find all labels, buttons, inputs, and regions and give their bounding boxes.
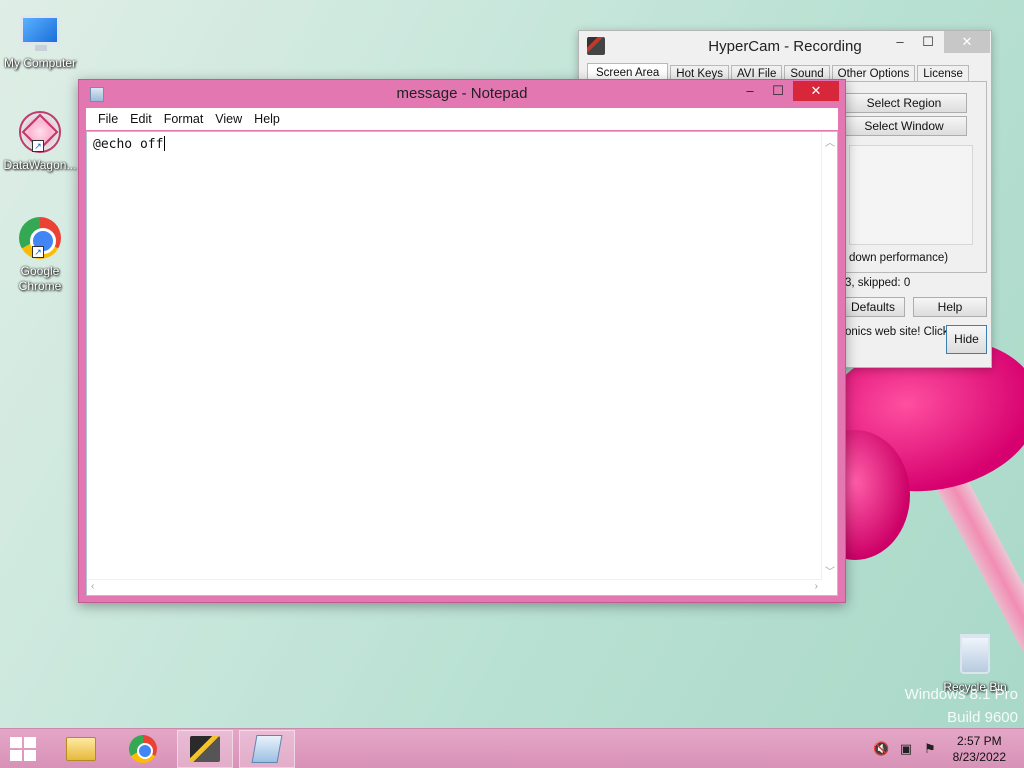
volume-muted-icon[interactable]: 🔇 [873,741,889,757]
notepad-app-icon [90,87,104,102]
desktop-icon-my-computer[interactable]: My Computer [0,8,80,71]
horizontal-scrollbar[interactable]: ‹ › [87,579,822,595]
taskbar-file-explorer[interactable] [53,730,109,768]
hypercam-preview-area [849,145,973,245]
close-button[interactable]: ✕ [793,81,839,101]
notepad-menubar: File Edit Format View Help [86,108,838,130]
network-icon[interactable]: ▣ [898,741,914,757]
select-region-button[interactable]: Select Region [841,93,967,113]
hypercam-app-icon [587,37,605,55]
chrome-icon [129,735,157,763]
scroll-down-icon[interactable]: ﹀ [825,563,835,578]
frames-status: 3, skipped: 0 [845,277,911,289]
desktop-icon-label: Google Chrome [18,264,62,293]
close-button[interactable]: ✕ [944,31,990,53]
desktop-icon-google-chrome[interactable]: ↗ Google Chrome [0,216,80,294]
notepad-content[interactable]: @echo off [93,136,165,152]
recycle-bin-icon [960,634,990,674]
maximize-button[interactable]: ☐ [913,31,943,53]
maximize-button[interactable]: ☐ [763,80,793,102]
taskbar-hypercam[interactable] [177,730,233,768]
defaults-button[interactable]: Defaults [841,297,905,317]
help-button[interactable]: Help [913,297,987,317]
windows-watermark-edition: Windows 8.1 Pro [904,686,1018,703]
hypercam-titlebar[interactable]: HyperCam - Recording – ☐ ✕ [579,31,991,61]
scroll-left-icon[interactable]: ‹ [91,581,94,592]
taskbar-notepad[interactable] [239,730,295,768]
notepad-text-area[interactable]: @echo off ︿ ﹀ ‹ › [86,131,838,596]
desktop-icon-label: DataWagon... [3,158,77,172]
shortcut-arrow-icon: ↗ [32,246,44,258]
hide-button[interactable]: Hide [946,325,987,354]
desktop-icon-label: My Computer [3,56,77,70]
computer-icon [20,15,60,51]
select-window-button[interactable]: Select Window [841,116,967,136]
taskbar-chrome[interactable] [115,730,171,768]
vertical-scrollbar[interactable]: ︿ ﹀ [821,132,837,580]
menu-file[interactable]: File [92,112,124,126]
minimize-button[interactable]: – [885,31,915,53]
start-button[interactable] [10,737,38,761]
scroll-right-icon[interactable]: › [815,581,818,592]
shortcut-arrow-icon: ↗ [32,140,44,152]
clock-time: 2:57 PM [956,734,1002,748]
windows-watermark-build: Build 9600 [947,709,1018,726]
minimize-button[interactable]: – [735,80,765,102]
hypercam-icon [190,736,220,762]
menu-help[interactable]: Help [248,112,286,126]
notepad-title: message - Notepad [396,85,528,102]
desktop-icon-datawagon[interactable]: ↗ DataWagon... [0,110,80,173]
performance-note: down performance) [849,252,949,264]
notepad-titlebar[interactable]: message - Notepad – ☐ ✕ [79,80,845,108]
scroll-up-icon[interactable]: ︿ [825,134,835,149]
menu-format[interactable]: Format [158,112,210,126]
notepad-window[interactable]: message - Notepad – ☐ ✕ File Edit Format… [78,79,846,603]
system-clock[interactable]: 2:57 PM 8/23/2022 [953,733,1006,765]
menu-edit[interactable]: Edit [124,112,158,126]
action-center-flag-icon[interactable]: ⚑ [922,741,938,757]
website-note: onics web site! Click [845,326,949,338]
taskbar: 🔇 ▣ ⚑ 2:57 PM 8/23/2022 [0,728,1024,768]
clock-date: 8/23/2022 [952,750,1006,764]
notepad-icon [251,735,283,763]
file-explorer-icon [66,737,96,761]
menu-view[interactable]: View [209,112,248,126]
